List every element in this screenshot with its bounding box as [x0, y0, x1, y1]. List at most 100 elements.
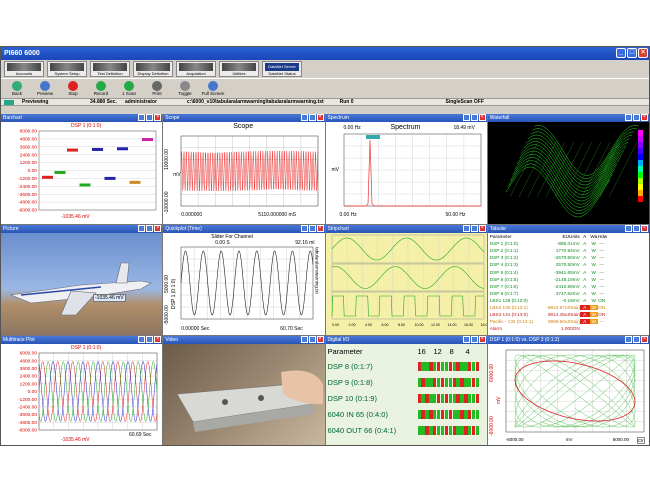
spectrum-xmin: 0.00 Hz [339, 212, 357, 218]
scope-ymax: 10000.00 [164, 149, 171, 170]
tabular-pane: Tabular × Parameter EUUnits A Wa Hdw DSP … [487, 225, 649, 335]
pane-max-button[interactable] [146, 225, 154, 232]
cell-value: 2570.50mV [555, 262, 580, 268]
digitalio-row: DSP 10 (0:1:9) [326, 390, 487, 406]
bit-cell [436, 393, 441, 403]
stop-icon [68, 81, 78, 91]
x-tick-label: 18.00 [480, 323, 487, 327]
pane-max-button[interactable] [633, 114, 640, 121]
bit-cell [456, 425, 460, 435]
xyplot-header[interactable]: DSP 1 (0:1:0) vs. DSP 3 (0:1:2) × [487, 336, 649, 344]
maximize-button[interactable]: □ [627, 48, 637, 58]
pane-min-button[interactable] [462, 114, 470, 121]
pane-min-button[interactable] [625, 114, 632, 121]
module-test-definition[interactable]: Test Definition [90, 61, 130, 77]
preview-button[interactable]: Preview [32, 81, 58, 96]
pane-close-button[interactable]: × [478, 114, 486, 121]
pane-max-button[interactable] [470, 114, 478, 121]
digitalio-header[interactable]: Digital I/O × [325, 336, 487, 344]
module-label: Utilities [232, 71, 246, 76]
barchart-header[interactable]: Barchart × [1, 114, 163, 122]
pane-max-button[interactable] [470, 225, 478, 232]
minimize-button[interactable]: _ [616, 48, 626, 58]
spectrum-header[interactable]: Spectrum × [325, 114, 487, 122]
bar [79, 183, 91, 187]
pane-min-button[interactable] [462, 225, 470, 232]
pane-close-button[interactable]: × [316, 225, 324, 232]
cell-warning: W [591, 283, 596, 289]
tabular-header[interactable]: Tabular × [487, 225, 649, 233]
module-system-setup[interactable]: System Setup [47, 61, 87, 77]
quickplot-side-label: tabularalarmwarning.txt [314, 247, 320, 294]
pane-max-button[interactable] [146, 336, 154, 343]
video-frame-image [176, 370, 324, 432]
bit-cell [444, 377, 449, 387]
pane-close-button[interactable]: × [316, 114, 324, 121]
pane-close-button[interactable]: × [478, 225, 486, 232]
quickplot-right: 92.16 ml [295, 240, 315, 246]
cell-alarm: A [583, 241, 587, 247]
scope-header[interactable]: Scope × [163, 114, 325, 122]
bit-cell [452, 377, 456, 387]
cell-value: -885.01mV [556, 241, 580, 247]
pane-min-button[interactable] [138, 336, 146, 343]
pane-close-button[interactable]: × [641, 114, 648, 121]
pane-close-button[interactable]: × [641, 336, 648, 343]
module-acquisition[interactable]: Acquisition [176, 61, 216, 77]
full-screen-button[interactable]: Full Screen [200, 81, 226, 96]
module-display-definition[interactable]: Display Definition [133, 61, 173, 77]
bit-label: 4 [465, 346, 470, 356]
waterfall-header[interactable]: Waterfall × [487, 114, 649, 122]
pane-min-button[interactable] [300, 225, 308, 232]
stripchart-header[interactable]: Stripchart × [325, 225, 487, 233]
stop-button[interactable]: Stop [60, 81, 86, 96]
cell-parameter: Alarm [489, 326, 502, 332]
pane-max-button[interactable] [308, 336, 316, 343]
module-utilities[interactable]: Utilities [219, 61, 259, 77]
pane-min-button[interactable] [300, 336, 308, 343]
back-button[interactable]: Back [4, 81, 30, 96]
pane-min-button[interactable] [625, 225, 632, 232]
pane-max-button[interactable] [633, 225, 640, 232]
pane-close-button[interactable]: × [316, 336, 324, 343]
quickplot-xmin: 0.00000 Sec [181, 326, 210, 332]
pane-close-button[interactable]: × [478, 336, 486, 343]
xyplot-ctrl-button[interactable]: Ctr [636, 437, 645, 444]
pane-max-button[interactable] [308, 114, 316, 121]
bit-cell [452, 393, 456, 403]
video-header[interactable]: Video × [163, 336, 325, 344]
module-accounts[interactable]: Accounts [4, 61, 44, 77]
pane-min-button[interactable] [138, 114, 146, 121]
toggle-button[interactable]: Toggle [172, 81, 198, 96]
cell-hardware: --- [599, 255, 605, 261]
cell-parameter: DSP 5 (0:1:4) [489, 269, 519, 275]
digitalio-pane: Digital I/O × Parameter 16 12 8 4 DSP 8 (… [325, 336, 487, 445]
pane-min-button[interactable] [138, 225, 146, 232]
pane-max-button[interactable] [470, 336, 478, 343]
pane-close-button[interactable]: × [641, 225, 648, 232]
pane-min-button[interactable] [300, 114, 308, 121]
record-button[interactable]: Record [88, 81, 114, 96]
pane-close-button[interactable]: × [154, 336, 162, 343]
pane-max-button[interactable] [633, 336, 640, 343]
1-scan-button[interactable]: 1 Scan [116, 81, 142, 96]
status-mode: Previewing [22, 99, 49, 105]
pane-close-button[interactable]: × [154, 225, 162, 232]
bit-cell [417, 425, 421, 435]
pane-max-button[interactable] [146, 114, 154, 121]
bit-cell [436, 361, 441, 371]
pane-max-button[interactable] [308, 225, 316, 232]
quickplot-header[interactable]: Quickplot (Time) × [163, 225, 325, 233]
quickplot-pane: Quickplot (Time) × Slider For Channel 0.0… [163, 225, 325, 335]
picture-header[interactable]: Picture × [1, 225, 163, 233]
cell-alarm: A [583, 269, 587, 275]
pane-min-button[interactable] [462, 336, 470, 343]
bit-cell [425, 377, 429, 387]
print-button[interactable]: Print [144, 81, 170, 96]
module-datanet-status[interactable]: DataNet Server DataNet Status [262, 61, 302, 77]
pane-close-button[interactable]: × [154, 114, 162, 121]
pane-min-button[interactable] [625, 336, 632, 343]
multitrace-header[interactable]: Multitrace Plot × [1, 336, 163, 344]
close-button[interactable]: × [638, 48, 648, 58]
bit-cell [421, 361, 425, 371]
